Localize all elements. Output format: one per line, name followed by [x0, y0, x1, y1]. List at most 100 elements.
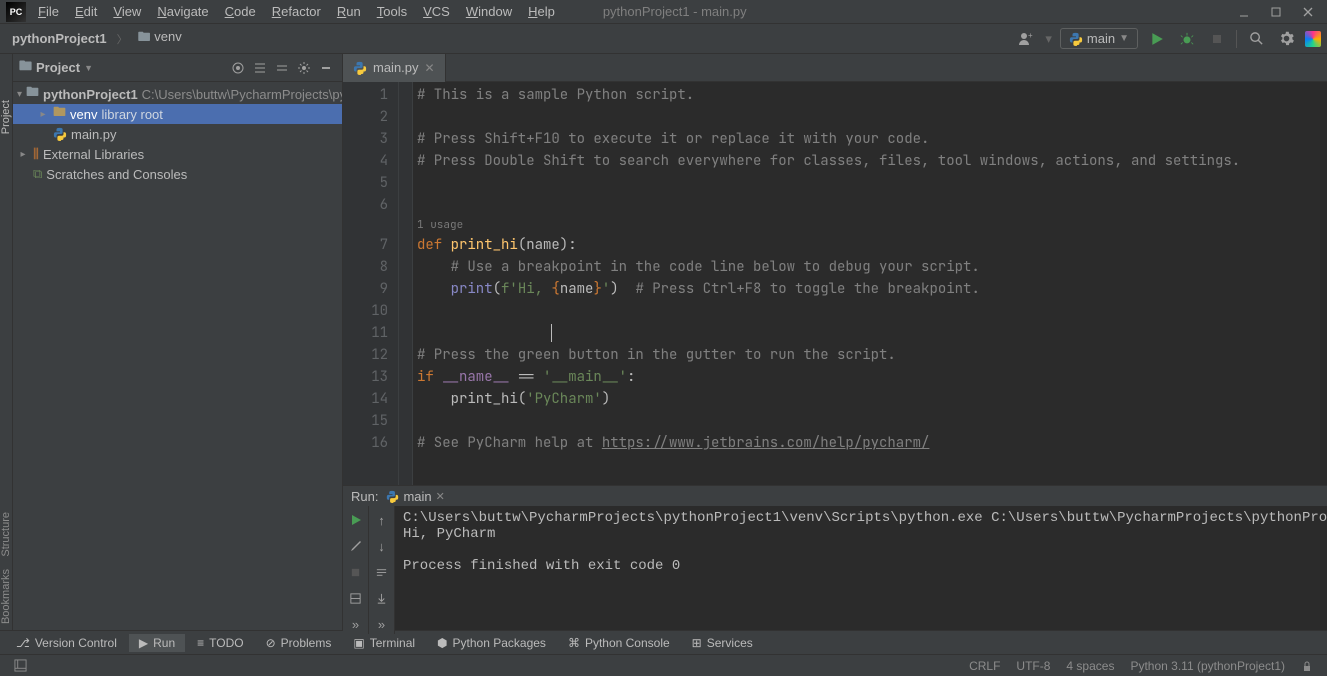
add-user-icon[interactable]: +	[1015, 28, 1037, 50]
scroll-end-button[interactable]	[372, 588, 392, 608]
code-line[interactable]: print(f'Hi, {name}') # Press Ctrl+F8 to …	[417, 278, 1327, 300]
line-number[interactable]: 7	[343, 234, 398, 256]
tree-row-venv[interactable]: ▸ 🖿 venv library root	[13, 104, 342, 124]
expand-arrow-icon[interactable]: ▾	[17, 89, 22, 100]
breadcrumb-folder[interactable]: 🖿 venv	[132, 26, 188, 52]
line-number[interactable]: 6	[343, 194, 398, 216]
maximize-button[interactable]	[1261, 2, 1291, 22]
collapse-all-button[interactable]	[272, 58, 292, 78]
run-tab[interactable]: main ✕	[386, 489, 444, 504]
code-line[interactable]: # Press Shift+F10 to execute it or repla…	[417, 128, 1327, 150]
tree-row-external-libraries[interactable]: ▸ ⫼ External Libraries	[13, 144, 342, 164]
bookmarks-tool-button[interactable]: Bookmarks	[0, 563, 12, 630]
editor-tab-mainpy[interactable]: main.py ✕	[343, 54, 446, 82]
menu-refactor[interactable]: Refactor	[264, 1, 329, 22]
menu-view[interactable]: View	[105, 1, 149, 22]
line-number[interactable]: 8	[343, 256, 398, 278]
code-line[interactable]	[417, 300, 1327, 322]
tool-services[interactable]: ⊞Services	[682, 634, 763, 652]
code-line[interactable]: # Press Double Shift to search everywher…	[417, 150, 1327, 172]
select-opened-file-button[interactable]	[228, 58, 248, 78]
down-stack-button[interactable]: ↓	[372, 536, 392, 556]
debug-button[interactable]	[1176, 28, 1198, 50]
code-line[interactable]: # This is a sample Python script.	[417, 84, 1327, 106]
run-button[interactable]	[1146, 28, 1168, 50]
line-number[interactable]: 15	[343, 410, 398, 432]
interpreter-status[interactable]: Python 3.11 (pythonProject1)	[1122, 659, 1293, 673]
run-output[interactable]: C:\Users\buttw\PycharmProjects\pythonPro…	[395, 506, 1327, 634]
menu-file[interactable]: File	[30, 1, 67, 22]
project-tree[interactable]: ▾ 🖿 pythonProject1 C:\Users\buttw\Pychar…	[13, 82, 342, 630]
code-line[interactable]	[417, 172, 1327, 194]
jetbrains-toolbox-icon[interactable]	[1305, 31, 1321, 47]
line-separator-status[interactable]: CRLF	[961, 659, 1008, 673]
usage-hint[interactable]: 1 usage	[417, 216, 1327, 234]
tool-todo[interactable]: ≡TODO	[187, 634, 253, 652]
up-stack-button[interactable]: ↑	[372, 510, 392, 530]
settings-button[interactable]	[1275, 28, 1297, 50]
structure-tool-button[interactable]: Structure	[0, 506, 12, 563]
tree-row-scratches[interactable]: ⧉ Scratches and Consoles	[13, 164, 342, 184]
tool-terminal[interactable]: ▣Terminal	[343, 634, 425, 652]
stop-run-button[interactable]	[346, 562, 366, 582]
minimize-button[interactable]	[1229, 2, 1259, 22]
line-number[interactable]: 9	[343, 278, 398, 300]
tool-python-console[interactable]: ⌘Python Console	[558, 634, 680, 652]
tool-windows-button[interactable]	[6, 659, 35, 672]
breadcrumb-project[interactable]: pythonProject1	[6, 29, 113, 48]
soft-wrap-button[interactable]	[372, 562, 392, 582]
code-line[interactable]: print_hi('PyCharm')	[417, 388, 1327, 410]
tree-row-mainpy[interactable]: main.py	[13, 124, 342, 144]
expand-arrow-icon[interactable]: ▸	[37, 109, 49, 120]
stop-button[interactable]	[1206, 28, 1228, 50]
encoding-status[interactable]: UTF-8	[1008, 659, 1058, 673]
tool-run[interactable]: ▶Run	[129, 634, 185, 652]
expand-all-button[interactable]	[250, 58, 270, 78]
fold-gutter[interactable]	[399, 82, 413, 485]
hide-pane-button[interactable]	[316, 58, 336, 78]
code-line[interactable]	[417, 410, 1327, 432]
line-number-gutter[interactable]: 12345678910111213▶141516	[343, 82, 399, 485]
menu-help[interactable]: Help	[520, 1, 563, 22]
more-run-nav-button[interactable]: »	[372, 614, 392, 634]
code-line[interactable]: # Press the green button in the gutter t…	[417, 344, 1327, 366]
code-line[interactable]: if __name__ == '__main__':	[417, 366, 1327, 388]
menu-run[interactable]: Run	[329, 1, 369, 22]
line-number[interactable]: 16	[343, 432, 398, 454]
tool-python-packages[interactable]: ⬢Python Packages	[427, 634, 556, 652]
menu-code[interactable]: Code	[217, 1, 264, 22]
close-button[interactable]	[1293, 2, 1323, 22]
code-line[interactable]	[417, 322, 1327, 344]
code-line[interactable]	[417, 194, 1327, 216]
tree-row-project-root[interactable]: ▾ 🖿 pythonProject1 C:\Users\buttw\Pychar…	[13, 84, 342, 104]
line-number[interactable]: 12	[343, 344, 398, 366]
code-line[interactable]: def print_hi(name):	[417, 234, 1327, 256]
menu-window[interactable]: Window	[458, 1, 520, 22]
expand-arrow-icon[interactable]: ▸	[17, 149, 29, 160]
project-tool-button[interactable]: Project	[0, 94, 12, 140]
run-config-selector[interactable]: main ▼	[1060, 28, 1138, 49]
lock-icon[interactable]	[1293, 660, 1321, 672]
code-area[interactable]: # This is a sample Python script. # Press…	[413, 82, 1327, 485]
indent-status[interactable]: 4 spaces	[1058, 659, 1122, 673]
line-number[interactable]: 5	[343, 172, 398, 194]
line-number[interactable]: 3	[343, 128, 398, 150]
tool-version-control[interactable]: ⎇Version Control	[6, 634, 127, 652]
project-pane-title[interactable]: 🖿 Project ▼	[19, 57, 222, 79]
more-run-button[interactable]: »	[346, 614, 366, 634]
code-line[interactable]: # See PyCharm help at https://www.jetbra…	[417, 432, 1327, 454]
line-number[interactable]: 1	[343, 84, 398, 106]
line-number[interactable]: 11	[343, 322, 398, 344]
line-number[interactable]: 10	[343, 300, 398, 322]
menu-tools[interactable]: Tools	[369, 1, 415, 22]
config-button[interactable]	[346, 536, 366, 556]
code-line[interactable]	[417, 106, 1327, 128]
menu-edit[interactable]: Edit	[67, 1, 105, 22]
line-number[interactable]: 14	[343, 388, 398, 410]
menu-vcs[interactable]: VCS	[415, 1, 458, 22]
line-number[interactable]: 13▶	[343, 366, 398, 388]
menu-navigate[interactable]: Navigate	[149, 1, 216, 22]
editor-body[interactable]: 12345678910111213▶141516 # This is a sam…	[343, 82, 1327, 485]
search-everywhere-button[interactable]	[1245, 28, 1267, 50]
code-line[interactable]: # Use a breakpoint in the code line belo…	[417, 256, 1327, 278]
